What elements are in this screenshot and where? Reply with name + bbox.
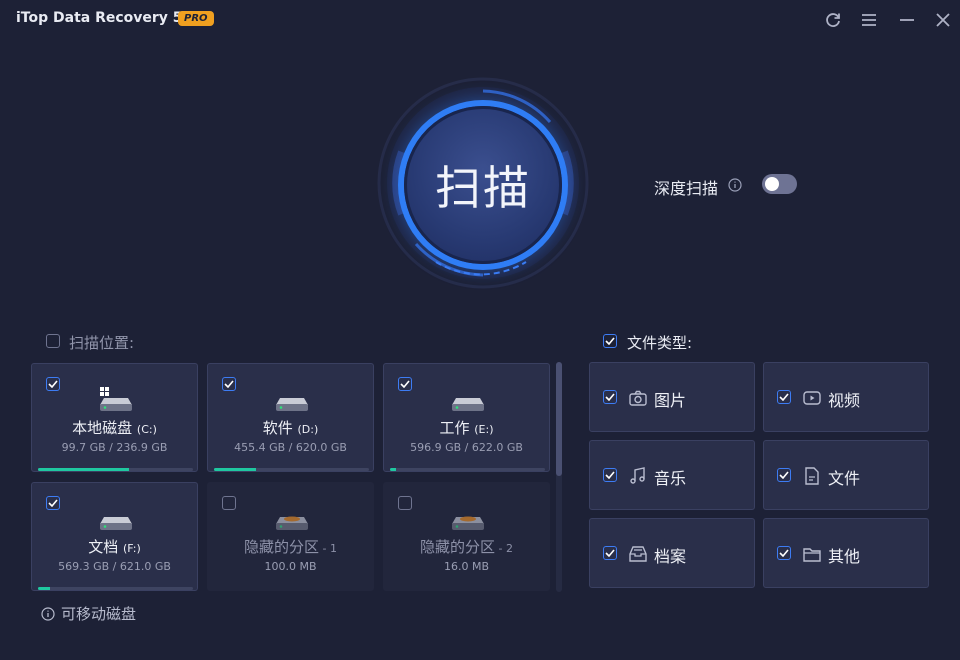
file-type-checkbox[interactable] xyxy=(603,334,617,348)
check-icon xyxy=(605,549,615,557)
check-icon xyxy=(400,380,410,388)
camera-icon xyxy=(629,390,647,406)
file-type-archives[interactable]: 档案 xyxy=(589,518,755,588)
hidden-partition-icon xyxy=(452,516,484,530)
folder-icon xyxy=(803,548,821,562)
hidden-partition-icon xyxy=(276,516,308,530)
drive-size: 99.7 GB / 236.9 GB xyxy=(61,441,168,454)
file-type-pictures[interactable]: 图片 xyxy=(589,362,755,432)
scan-button-label: 扫描 xyxy=(435,161,531,215)
check-icon xyxy=(779,393,789,401)
info-icon xyxy=(41,606,55,621)
deep-scan-toggle[interactable] xyxy=(762,174,797,194)
drive-list-scrollbar[interactable] xyxy=(556,362,562,592)
info-icon[interactable] xyxy=(728,178,742,192)
hard-disk-icon xyxy=(452,398,484,411)
drive-checkbox[interactable] xyxy=(398,496,412,510)
hard-disk-icon xyxy=(276,398,308,411)
file-type-item-checkbox[interactable] xyxy=(603,468,617,482)
file-type-label: 文件 xyxy=(828,469,861,488)
scan-location-checkbox[interactable] xyxy=(46,334,60,348)
close-button[interactable] xyxy=(933,10,953,30)
pro-badge: PRO xyxy=(178,11,214,26)
refresh-icon xyxy=(826,13,840,27)
check-icon xyxy=(224,380,234,388)
scan-location-header: 扫描位置: xyxy=(69,334,135,352)
drive-checkbox[interactable] xyxy=(46,496,60,510)
drive-checkbox[interactable] xyxy=(222,377,236,391)
archive-icon xyxy=(629,546,647,562)
drive-name: 文档 (F:) xyxy=(88,538,141,556)
drive-card-hidden-2[interactable]: 隐藏的分区 - 2 16.0 MB xyxy=(383,482,550,591)
file-type-header: 文件类型: xyxy=(627,334,693,352)
drive-card-hidden-1[interactable]: 隐藏的分区 - 1 100.0 MB xyxy=(207,482,374,591)
file-type-item-checkbox[interactable] xyxy=(777,390,791,404)
minimize-button[interactable] xyxy=(897,10,917,30)
drive-size: 455.4 GB / 620.0 GB xyxy=(234,441,347,454)
hard-disk-icon xyxy=(100,517,132,530)
check-icon xyxy=(605,471,615,479)
check-icon xyxy=(605,337,615,345)
drive-card-f[interactable]: 文档 (F:) 569.3 GB / 621.0 GB xyxy=(31,482,198,591)
drive-checkbox[interactable] xyxy=(398,377,412,391)
music-icon xyxy=(630,467,645,484)
drive-size: 100.0 MB xyxy=(264,560,317,573)
check-icon xyxy=(48,499,58,507)
check-icon xyxy=(779,549,789,557)
file-type-music[interactable]: 音乐 xyxy=(589,440,755,510)
scrollbar-thumb[interactable] xyxy=(556,362,562,476)
document-icon xyxy=(805,467,819,485)
check-icon xyxy=(605,393,615,401)
file-type-label: 音乐 xyxy=(654,469,687,488)
refresh-button[interactable] xyxy=(823,10,843,30)
drive-usage-bar xyxy=(38,468,193,471)
menu-icon xyxy=(862,14,876,26)
menu-button[interactable] xyxy=(859,10,879,30)
drive-checkbox[interactable] xyxy=(46,377,60,391)
file-type-videos[interactable]: 视频 xyxy=(763,362,929,432)
file-type-item-checkbox[interactable] xyxy=(777,468,791,482)
drive-usage-bar xyxy=(38,587,193,590)
app-title: iTop Data Recovery 5.3 xyxy=(16,10,198,26)
file-type-item-checkbox[interactable] xyxy=(603,546,617,560)
drive-card-e[interactable]: 工作 (E:) 596.9 GB / 622.0 GB xyxy=(383,363,550,472)
check-icon xyxy=(48,380,58,388)
file-type-item-checkbox[interactable] xyxy=(777,546,791,560)
file-type-others[interactable]: 其他 xyxy=(763,518,929,588)
drive-checkbox[interactable] xyxy=(222,496,236,510)
file-type-documents[interactable]: 文件 xyxy=(763,440,929,510)
check-icon xyxy=(779,471,789,479)
drive-usage-bar xyxy=(390,468,545,471)
drive-name: 隐藏的分区 - 1 xyxy=(244,538,337,556)
scan-button[interactable]: 扫描 xyxy=(404,106,562,264)
drive-size: 569.3 GB / 621.0 GB xyxy=(58,560,171,573)
drive-name: 工作 (E:) xyxy=(439,419,494,437)
drive-card-d[interactable]: 软件 (D:) 455.4 GB / 620.0 GB xyxy=(207,363,374,472)
video-icon xyxy=(803,391,821,405)
drive-usage-bar xyxy=(214,468,369,471)
hard-disk-icon xyxy=(100,387,132,411)
removable-disk-link[interactable]: 可移动磁盘 xyxy=(41,603,136,624)
drive-name: 本地磁盘 (C:) xyxy=(72,419,157,437)
close-icon xyxy=(936,13,950,27)
drive-size: 596.9 GB / 622.0 GB xyxy=(410,441,523,454)
file-type-label: 视频 xyxy=(828,391,861,410)
drive-size: 16.0 MB xyxy=(443,560,490,573)
drive-name: 软件 (D:) xyxy=(262,419,319,437)
deep-scan-label: 深度扫描 xyxy=(654,179,719,198)
drive-card-c[interactable]: 本地磁盘 (C:) 99.7 GB / 236.9 GB xyxy=(31,363,198,472)
drive-name: 隐藏的分区 - 2 xyxy=(420,538,513,556)
file-type-label: 档案 xyxy=(654,547,687,566)
toggle-knob xyxy=(765,177,779,191)
file-type-item-checkbox[interactable] xyxy=(603,390,617,404)
file-type-label: 其他 xyxy=(828,547,861,566)
file-type-label: 图片 xyxy=(654,391,687,410)
minimize-icon xyxy=(900,19,914,21)
removable-disk-label: 可移动磁盘 xyxy=(61,605,137,623)
